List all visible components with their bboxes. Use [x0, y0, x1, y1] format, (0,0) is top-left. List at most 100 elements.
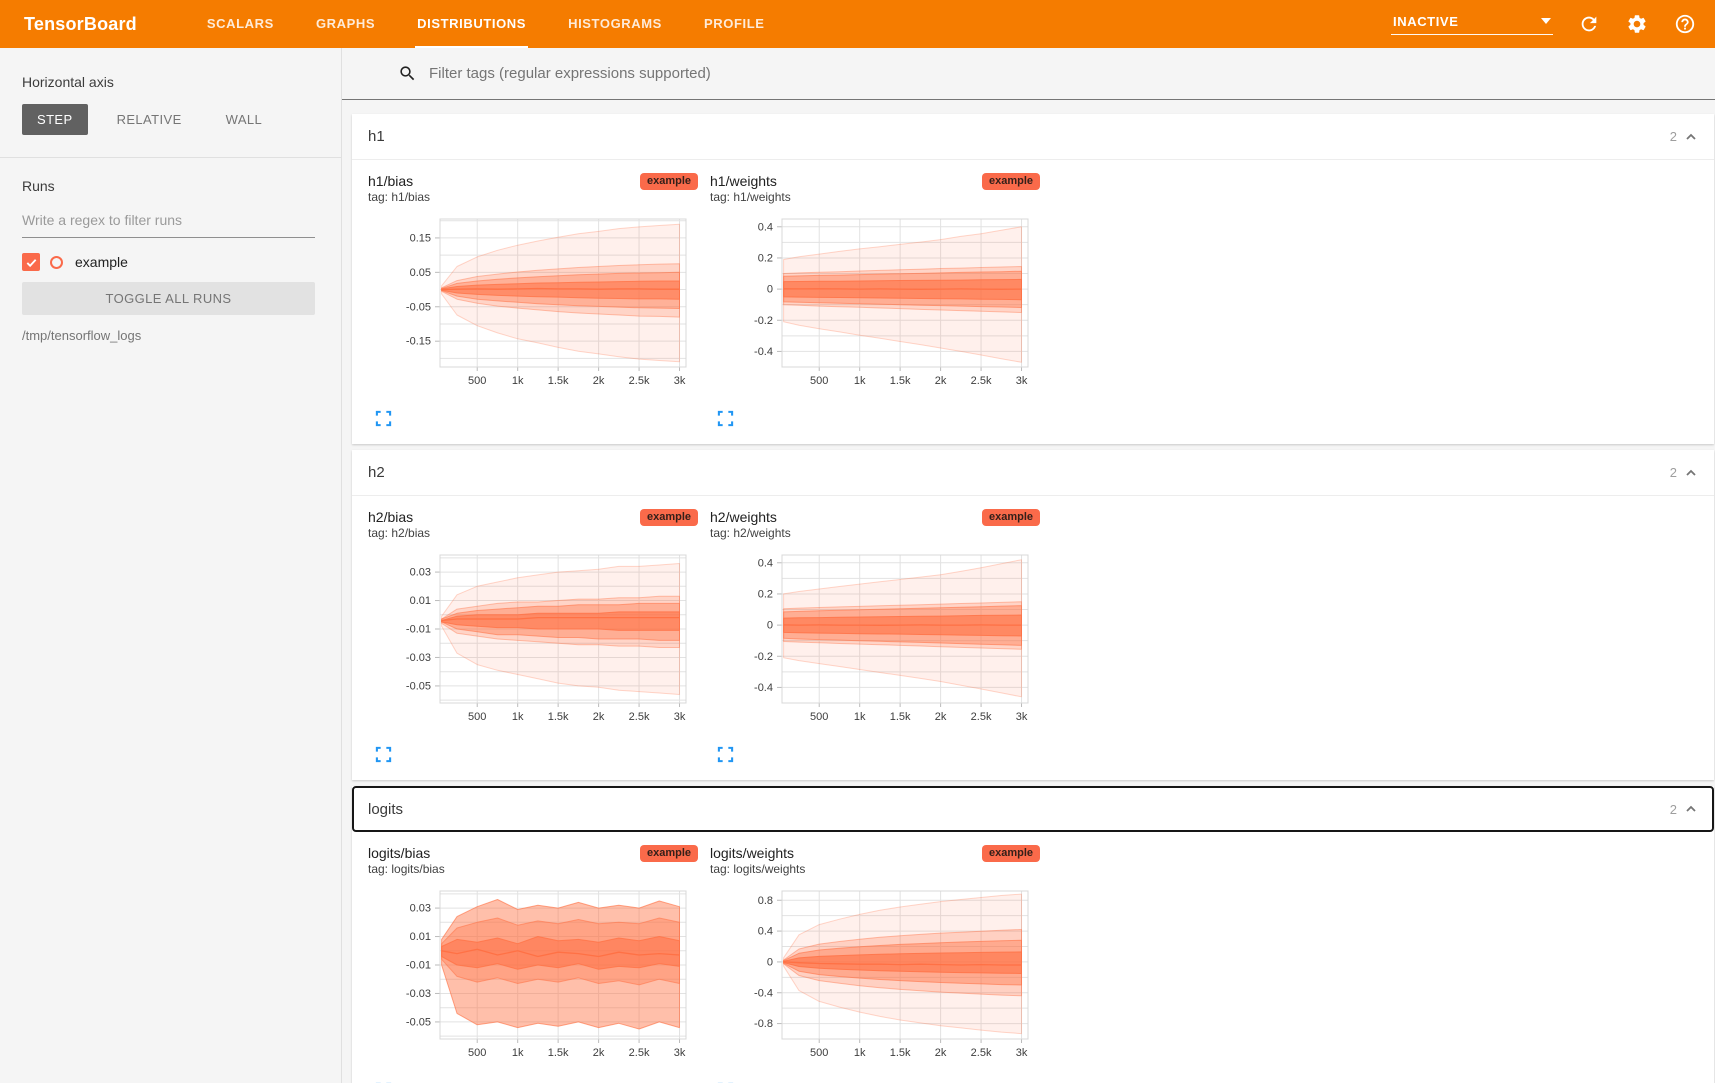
run-badge: example: [640, 845, 698, 862]
distribution-plot: 0.030.01-0.01-0.03-0.055001k1.5k2k2.5k3k: [368, 547, 698, 737]
distribution-plot: 0.40.20-0.2-0.45001k1.5k2k2.5k3k: [710, 547, 1040, 737]
svg-text:-0.8: -0.8: [754, 1018, 773, 1030]
svg-text:0.2: 0.2: [758, 252, 773, 264]
tab-graphs[interactable]: GRAPHS: [314, 0, 377, 48]
settings-button[interactable]: [1625, 12, 1649, 36]
svg-text:0: 0: [767, 284, 773, 296]
svg-text:1.5k: 1.5k: [548, 711, 569, 723]
main-content: h1 2 h1/bias tag: h1/bias example 0.150.…: [342, 48, 1715, 1083]
runs-label: Runs: [22, 178, 315, 194]
svg-text:1.5k: 1.5k: [548, 1047, 569, 1059]
svg-text:2k: 2k: [935, 375, 947, 387]
svg-text:500: 500: [468, 375, 486, 387]
chart-tag: tag: h2/bias: [368, 526, 430, 540]
svg-text:-0.4: -0.4: [754, 346, 773, 358]
main-tabs: SCALARS GRAPHS DISTRIBUTIONS HISTOGRAMS PROF…: [205, 0, 767, 48]
svg-text:3k: 3k: [1016, 375, 1028, 387]
tag-section-h2: h2 2 h2/bias tag: h2/bias example 0.030.…: [352, 450, 1714, 780]
section-header[interactable]: h1 2: [352, 114, 1714, 160]
caret-down-icon: [1541, 18, 1551, 24]
svg-text:-0.15: -0.15: [406, 336, 431, 348]
svg-text:2.5k: 2.5k: [629, 375, 650, 387]
svg-text:2k: 2k: [593, 711, 605, 723]
chevron-up-icon[interactable]: [1684, 466, 1698, 480]
chart-tag: tag: logits/bias: [368, 862, 445, 876]
axis-toggle-group: STEP RELATIVE WALL: [22, 104, 315, 135]
run-badge: example: [982, 509, 1040, 526]
run-badge: example: [640, 173, 698, 190]
tag-sections: h1 2 h1/bias tag: h1/bias example 0.150.…: [342, 100, 1715, 1083]
svg-text:-0.2: -0.2: [754, 651, 773, 663]
run-checkbox[interactable]: [22, 253, 40, 271]
svg-text:-0.05: -0.05: [406, 1016, 431, 1028]
chart-tag: tag: h1/bias: [368, 190, 430, 204]
status-dropdown[interactable]: INACTIVE: [1391, 14, 1553, 35]
svg-text:2.5k: 2.5k: [971, 1047, 992, 1059]
svg-text:-0.4: -0.4: [754, 682, 773, 694]
status-value: INACTIVE: [1393, 14, 1458, 29]
app-title: TensorBoard: [24, 0, 137, 48]
expand-icon[interactable]: [717, 410, 734, 430]
tag-filter-input[interactable]: [427, 64, 1715, 83]
svg-text:0.8: 0.8: [758, 895, 773, 907]
toggle-all-runs-button[interactable]: TOGGLE ALL RUNS: [22, 282, 315, 315]
expand-icon[interactable]: [717, 746, 734, 766]
distribution-chart-tile: h1/weights tag: h1/weights example 0.40.…: [710, 173, 1040, 444]
section-header[interactable]: logits 2: [352, 786, 1714, 832]
gear-icon: [1626, 13, 1648, 35]
svg-text:-0.01: -0.01: [406, 624, 431, 636]
svg-text:3k: 3k: [674, 1047, 686, 1059]
section-count: 2: [1670, 129, 1677, 144]
help-button[interactable]: [1673, 12, 1697, 36]
svg-text:1k: 1k: [512, 711, 524, 723]
svg-text:500: 500: [468, 711, 486, 723]
svg-text:1k: 1k: [512, 1047, 524, 1059]
svg-text:0.01: 0.01: [410, 931, 431, 943]
run-name: example: [75, 254, 128, 270]
svg-text:-0.05: -0.05: [406, 680, 431, 692]
check-icon: [25, 256, 38, 269]
axis-button-wall[interactable]: WALL: [211, 104, 278, 135]
run-badge: example: [982, 173, 1040, 190]
svg-text:0.03: 0.03: [410, 903, 431, 915]
svg-text:1.5k: 1.5k: [890, 1047, 911, 1059]
tag-filter-bar: [342, 48, 1715, 100]
svg-text:1k: 1k: [854, 1047, 866, 1059]
svg-text:3k: 3k: [674, 375, 686, 387]
help-icon: [1674, 13, 1696, 35]
svg-text:3k: 3k: [1016, 1047, 1028, 1059]
log-directory: /tmp/tensorflow_logs: [22, 328, 315, 343]
refresh-button[interactable]: [1577, 12, 1601, 36]
svg-text:500: 500: [810, 375, 828, 387]
section-header[interactable]: h2 2: [352, 450, 1714, 496]
navbar-actions: INACTIVE: [1391, 0, 1697, 48]
svg-text:1k: 1k: [512, 375, 524, 387]
svg-text:1k: 1k: [854, 375, 866, 387]
section-count: 2: [1670, 802, 1677, 817]
tag-section-logits: logits 2 logits/bias tag: logits/bias ex…: [352, 786, 1714, 1083]
svg-text:1.5k: 1.5k: [890, 375, 911, 387]
tag-section-h1: h1 2 h1/bias tag: h1/bias example 0.150.…: [352, 114, 1714, 444]
axis-button-relative[interactable]: RELATIVE: [102, 104, 197, 135]
distribution-chart-tile: logits/bias tag: logits/bias example 0.0…: [368, 845, 698, 1083]
expand-icon[interactable]: [375, 410, 392, 430]
tab-distributions[interactable]: DISTRIBUTIONS: [415, 0, 528, 48]
run-badge: example: [982, 845, 1040, 862]
svg-text:500: 500: [810, 1047, 828, 1059]
section-title: h1: [368, 128, 385, 145]
chart-tag: tag: logits/weights: [710, 862, 805, 876]
chevron-up-icon[interactable]: [1684, 130, 1698, 144]
svg-text:1k: 1k: [854, 711, 866, 723]
tab-histograms[interactable]: HISTOGRAMS: [566, 0, 664, 48]
distribution-chart-tile: h1/bias tag: h1/bias example 0.150.05-0.…: [368, 173, 698, 444]
section-title: logits: [368, 801, 403, 818]
expand-icon[interactable]: [375, 746, 392, 766]
section-title: h2: [368, 464, 385, 481]
tab-profile[interactable]: PROFILE: [702, 0, 767, 48]
run-filter-input[interactable]: [22, 208, 315, 238]
run-isolate-radio[interactable]: [50, 256, 63, 269]
svg-text:1.5k: 1.5k: [548, 375, 569, 387]
tab-scalars[interactable]: SCALARS: [205, 0, 276, 48]
axis-button-step[interactable]: STEP: [22, 104, 88, 135]
chevron-up-icon[interactable]: [1684, 802, 1698, 816]
